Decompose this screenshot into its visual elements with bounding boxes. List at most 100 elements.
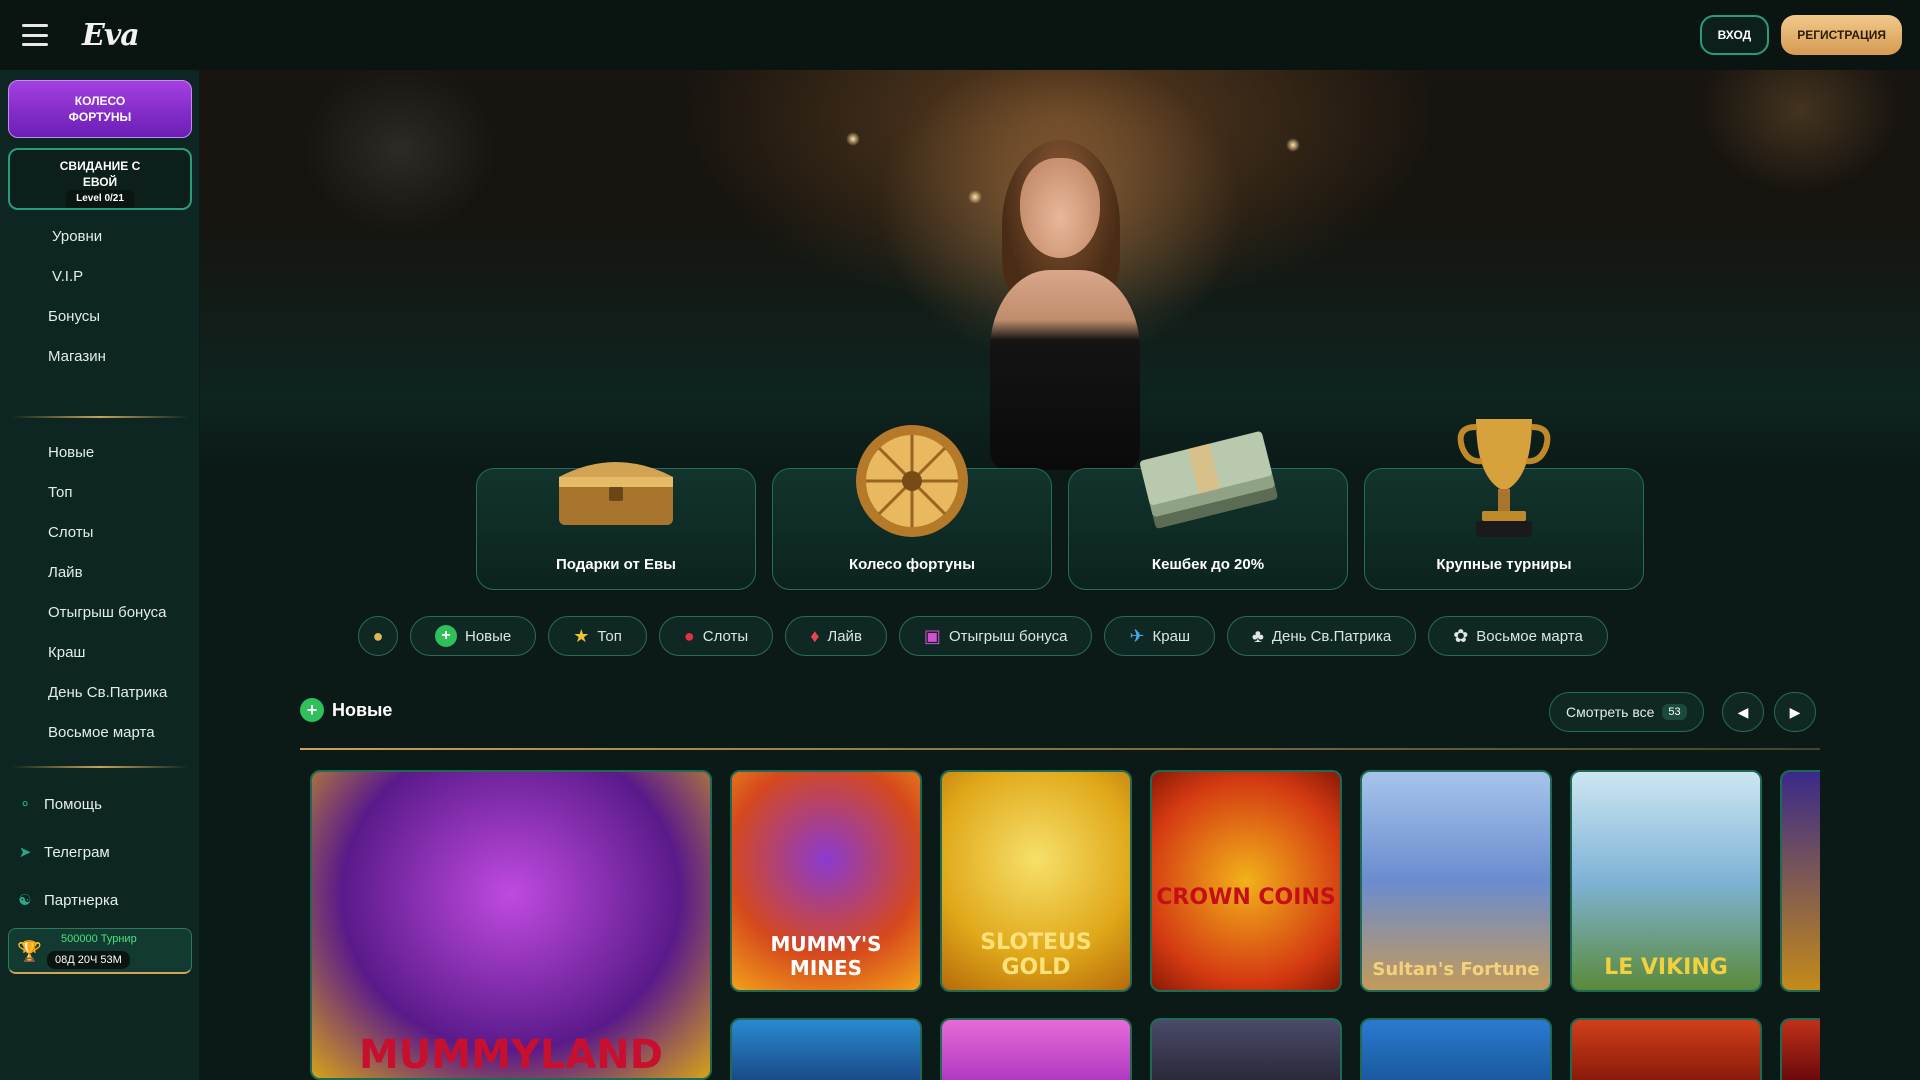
games-count-badge: 53 [1662, 704, 1687, 720]
sidebar-item-telegram[interactable]: ➤ Телеграм [0, 828, 200, 876]
category-chips: ● + Новые ★ Топ ● Слоты ♦ Лайв ▣ Отыгрыш… [358, 616, 1608, 656]
sidebar-item-top[interactable]: Топ [0, 472, 200, 512]
trophy-icon [1457, 419, 1551, 537]
tournament-card[interactable]: 🏆 500000 Турнир 08Д 20Ч 53М [8, 928, 192, 974]
game-tile-partial[interactable] [1780, 770, 1820, 992]
gift-chest-icon [559, 462, 673, 525]
game-tile[interactable] [1150, 1018, 1342, 1080]
chip-st-patrick[interactable]: ♣ День Св.Патрика [1227, 616, 1417, 656]
sidebar-item-crash[interactable]: Краш [0, 632, 200, 672]
sidebar-item-help[interactable]: ⚬ Помощь [0, 780, 200, 828]
next-button[interactable]: ▶ [1774, 692, 1816, 732]
sidebar-item-bonuses[interactable]: Бонусы [0, 296, 200, 336]
chip-label: Отыгрыш бонуса [948, 627, 1068, 645]
game-tile[interactable]: CROWN COINS [1150, 770, 1342, 992]
promo-label: Колесо фортуны [848, 556, 976, 573]
game-tile[interactable]: LE VIKING [1570, 770, 1762, 992]
logo[interactable]: Eva [82, 18, 140, 53]
game-tile[interactable]: MUMMYLAND [310, 770, 712, 1080]
plus-icon: + [300, 698, 324, 722]
chip-label: Новые [465, 627, 512, 645]
section-divider [300, 748, 1820, 750]
sidebar-divider [12, 416, 188, 418]
register-button[interactable]: РЕГИСТРАЦИЯ [1781, 15, 1902, 55]
bar-light [1286, 138, 1300, 152]
hostess-image [970, 140, 1160, 470]
chip-icon: ♦ [810, 626, 820, 646]
chip-bonus-wager[interactable]: ▣ Отыгрыш бонуса [898, 616, 1093, 656]
sidebar-item-levels[interactable]: Уровни [0, 216, 200, 256]
sidebar-divider [12, 766, 188, 768]
tournament-timer: 08Д 20Ч 53М [47, 951, 130, 969]
fortune-wheel-icon [856, 425, 968, 537]
game-title: LE VIKING [1604, 955, 1728, 980]
level-badge: Level 0/21 [66, 190, 134, 208]
promo-tournaments[interactable]: Крупные турниры [1364, 419, 1644, 590]
section-title: + Новые [300, 698, 392, 722]
date-card-title: СВИДАНИЕ С ЕВОЙ [59, 159, 141, 189]
sidebar-item-label: Телеграм [44, 843, 110, 861]
game-title: SLOTEUS GOLD [980, 930, 1092, 980]
coin-icon: ● [372, 626, 384, 646]
game-tile[interactable] [1570, 1018, 1762, 1080]
trophy-icon: 🏆 [17, 941, 42, 963]
plane-icon: ✈ [1129, 626, 1145, 646]
game-tile[interactable]: MUMMY'S MINES [730, 770, 922, 992]
menu-icon[interactable] [22, 24, 48, 46]
chip-label: День Св.Патрика [1271, 627, 1392, 645]
see-all-label: Смотреть все [1566, 704, 1655, 720]
chip-label: Краш [1152, 627, 1191, 645]
hero-banner[interactable] [200, 0, 1920, 470]
flower-icon: ✿ [1453, 626, 1469, 646]
chip-coin[interactable]: ● [358, 616, 398, 656]
chip-new[interactable]: + Новые [410, 616, 537, 656]
chip-label: Лайв [827, 627, 862, 645]
game-tile[interactable] [730, 1018, 922, 1080]
section-title-text: Новые [332, 699, 393, 720]
plus-icon: + [435, 625, 457, 647]
game-title: MUMMY'S MINES [770, 932, 882, 980]
chevron-left-icon: ◀ [1737, 703, 1749, 720]
game-tile[interactable]: Sultan's Fortune [1360, 770, 1552, 992]
chip-label: Слоты [702, 627, 749, 645]
sidebar-item-partner[interactable]: ☯ Партнерка [0, 876, 200, 924]
chip-live[interactable]: ♦ Лайв [785, 616, 887, 656]
sidebar-item-st-patrick[interactable]: День Св.Патрика [0, 672, 200, 712]
sidebar-item-shop[interactable]: Магазин [0, 336, 200, 376]
game-title: CROWN COINS [1156, 885, 1336, 910]
sidebar-item-label: Помощь [44, 795, 102, 813]
game-tile[interactable]: SLOTEUS GOLD [940, 770, 1132, 992]
sidebar: КОЛЕСО ФОРТУНЫ СВИДАНИЕ С ЕВОЙ Level 0/2… [0, 70, 200, 1080]
fortune-wheel-card[interactable]: КОЛЕСО ФОРТУНЫ [8, 80, 192, 138]
promo-wheel[interactable]: Колесо фортуны [772, 425, 1052, 590]
headset-icon: ⚬ [18, 796, 32, 813]
game-tile[interactable] [940, 1018, 1132, 1080]
game-tile-partial[interactable] [1780, 1018, 1820, 1080]
partner-icon: ☯ [18, 892, 32, 909]
prev-button[interactable]: ◀ [1722, 692, 1764, 732]
chip-march-8[interactable]: ✿ Восьмое марта [1428, 616, 1608, 656]
login-button[interactable]: ВХОД [1699, 15, 1770, 55]
sidebar-item-live[interactable]: Лайв [0, 552, 200, 592]
sidebar-item-vip[interactable]: V.I.P [0, 256, 200, 296]
clover-icon: ♣ [1252, 626, 1264, 646]
date-with-eva-card[interactable]: СВИДАНИЕ С ЕВОЙ Level 0/21 [8, 148, 192, 210]
sidebar-item-new[interactable]: Новые [0, 432, 200, 472]
promo-gifts[interactable]: Подарки от Евы [476, 462, 756, 590]
chip-label: Топ [597, 627, 622, 645]
sidebar-item-label: Партнерка [44, 891, 119, 909]
see-all-button[interactable]: Смотреть все 53 [1549, 692, 1704, 732]
chip-top[interactable]: ★ Топ [548, 616, 647, 656]
sidebar-item-march-8[interactable]: Восьмое марта [0, 712, 200, 752]
chip-crash[interactable]: ✈ Краш [1104, 616, 1216, 656]
chip-label: Восьмое марта [1476, 627, 1583, 645]
promo-label: Кешбек до 20% [1151, 556, 1265, 573]
telegram-icon: ➤ [18, 844, 32, 861]
game-tile[interactable] [1360, 1018, 1552, 1080]
sidebar-item-slots[interactable]: Слоты [0, 512, 200, 552]
cherry-icon: ● [683, 626, 695, 646]
chip-slots[interactable]: ● Слоты [658, 616, 774, 656]
sidebar-item-bonus-wager[interactable]: Отыгрыш бонуса [0, 592, 200, 632]
promo-cashback[interactable]: Кешбек до 20% [1068, 431, 1348, 590]
top-bar: Eva ВХОД РЕГИСТРАЦИЯ [0, 0, 1920, 70]
